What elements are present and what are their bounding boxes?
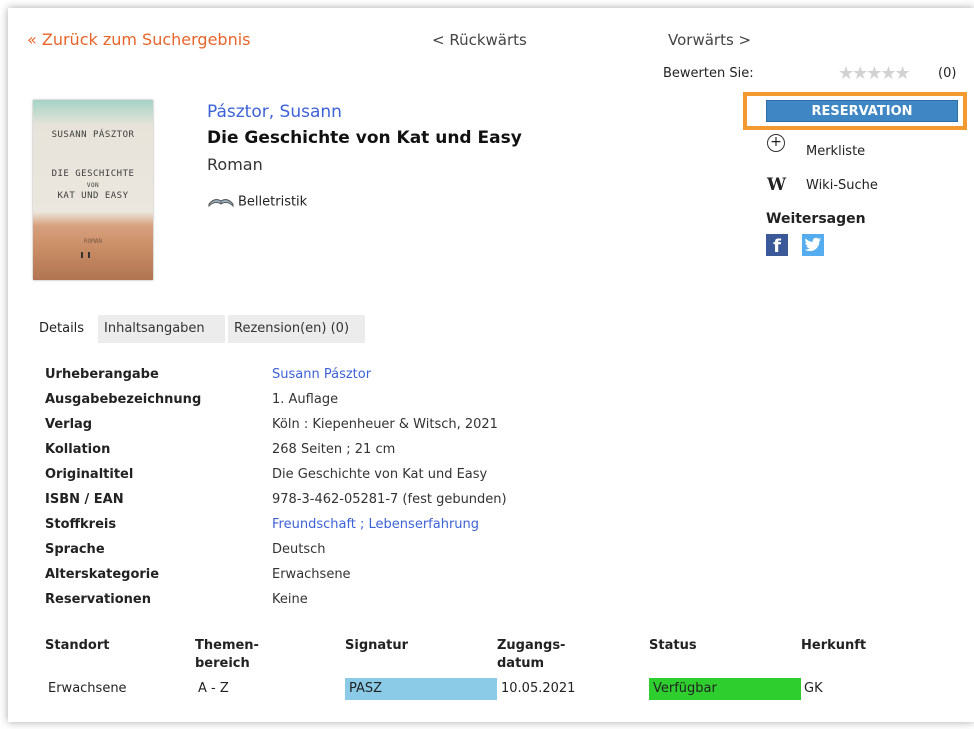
- detail-label: Ausgabebezeichnung: [45, 392, 202, 407]
- book-icon: [208, 199, 234, 208]
- detail-value: 978-3-462-05281-7 (fest gebunden): [272, 492, 507, 507]
- detail-value: Die Geschichte von Kat und Easy: [272, 467, 488, 482]
- detail-value: Erwachsene: [272, 567, 351, 582]
- reservation-button[interactable]: RESERVATION: [766, 100, 958, 122]
- cell-themenbereich: A - Z: [198, 681, 229, 696]
- genre-label: Belletristik: [207, 194, 307, 210]
- cell-zugangsdatum: 10.05.2021: [501, 681, 576, 696]
- cell-status: Verfügbar: [649, 678, 801, 700]
- detail-label: Verlag: [45, 417, 93, 432]
- tab-rezensionen[interactable]: Rezension(en) (0): [228, 315, 365, 343]
- twitter-icon[interactable]: [802, 234, 824, 256]
- cell-herkunft: GK: [804, 681, 823, 696]
- book-cover-image[interactable]: SUSANN PÁSZTOR DIE GESCHICHTE VON KAT UN…: [33, 100, 153, 280]
- book-subtitle: Roman: [207, 155, 263, 174]
- detail-value: 1. Auflage: [272, 392, 339, 407]
- facebook-icon[interactable]: f: [766, 234, 788, 256]
- rating-stars[interactable]: ★★★★★: [838, 63, 911, 84]
- wikipedia-icon[interactable]: W: [767, 175, 786, 195]
- cover-figure: [88, 252, 90, 258]
- cell-standort: Erwachsene: [48, 681, 127, 696]
- detail-label: Originaltitel: [45, 467, 134, 482]
- cell-signatur: PASZ: [345, 678, 497, 700]
- detail-label: ISBN / EAN: [45, 492, 124, 507]
- cover-author: SUSANN PÁSZTOR: [51, 130, 135, 140]
- tab-details[interactable]: Details: [33, 315, 96, 343]
- book-title: Die Geschichte von Kat und Easy: [207, 128, 522, 148]
- merkliste-link[interactable]: Merkliste: [806, 144, 865, 159]
- next-link[interactable]: Vorwärts >: [668, 31, 751, 49]
- cover-figure: [81, 252, 83, 258]
- column-header-standort: Standort: [45, 638, 110, 653]
- cover-title: DIE GESCHICHTE VON KAT UND EASY: [51, 169, 135, 201]
- detail-label: Reservationen: [45, 592, 151, 607]
- detail-value-subjects: Freundschaft ; Lebenserfahrung: [272, 517, 480, 532]
- previous-link[interactable]: < Rückwärts: [432, 31, 527, 49]
- detail-label: Kollation: [45, 442, 111, 457]
- detail-value-author-link[interactable]: Susann Pásztor: [272, 367, 371, 382]
- share-heading: Weitersagen: [766, 211, 866, 227]
- column-header-herkunft: Herkunft: [801, 638, 867, 653]
- column-header-zugangsdatum: Zugangs-datum: [497, 638, 566, 671]
- detail-value: 268 Seiten ; 21 cm: [272, 442, 396, 457]
- detail-label: Stoffkreis: [45, 517, 117, 532]
- plus-circle-icon[interactable]: +: [767, 134, 785, 152]
- detail-label: Alterskategorie: [45, 567, 160, 582]
- back-to-results-link[interactable]: « Zurück zum Suchergebnis: [27, 30, 251, 49]
- detail-value: Keine: [272, 592, 308, 607]
- cover-genre: ROMAN: [83, 238, 103, 245]
- rating-label: Bewerten Sie:: [663, 66, 754, 81]
- detail-value: Deutsch: [272, 542, 326, 557]
- tab-inhaltsangaben[interactable]: Inhaltsangaben: [98, 315, 225, 343]
- column-header-status: Status: [649, 638, 697, 653]
- column-header-themenbereich: Themen-bereich: [195, 638, 259, 671]
- rating-count: (0): [938, 66, 957, 81]
- detail-label: Sprache: [45, 542, 105, 557]
- column-header-signatur: Signatur: [345, 638, 409, 653]
- detail-value: Köln : Kiepenheuer & Witsch, 2021: [272, 417, 498, 432]
- detail-label: Urheberangabe: [45, 367, 159, 382]
- subject-link-lebenserfahrung[interactable]: Lebenserfahrung: [369, 517, 479, 532]
- wiki-search-link[interactable]: Wiki-Suche: [806, 178, 878, 193]
- author-link[interactable]: Pásztor, Susann: [207, 102, 342, 122]
- subject-link-freundschaft[interactable]: Freundschaft: [272, 517, 356, 532]
